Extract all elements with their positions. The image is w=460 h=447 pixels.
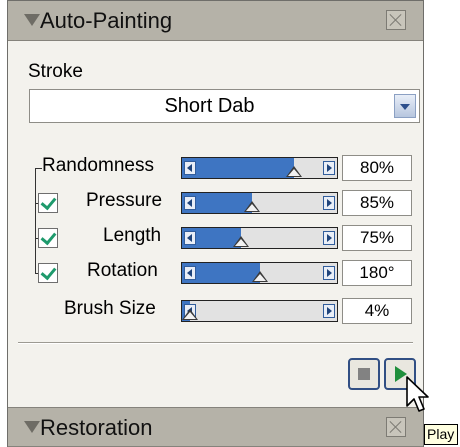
length-label: Length (103, 225, 162, 246)
pressure-slider[interactable] (181, 192, 338, 214)
restoration-titlebar[interactable]: Restoration (8, 407, 423, 447)
auto-painting-titlebar[interactable]: Auto-Painting (8, 1, 423, 41)
slider-fill (182, 158, 294, 178)
increase-arrow-icon[interactable] (323, 266, 335, 280)
slider-thumb[interactable] (251, 271, 268, 282)
pressure-value[interactable]: 85% (342, 190, 412, 216)
slider-thumb[interactable] (232, 236, 249, 247)
randomness-value[interactable]: 80% (342, 155, 412, 181)
length-slider[interactable] (181, 227, 338, 249)
stroke-selected-value: Short Dab (164, 95, 255, 117)
randomness-label: Randomness (42, 155, 154, 176)
increase-arrow-icon[interactable] (323, 161, 335, 175)
play-tooltip: Play (424, 424, 458, 445)
close-icon[interactable] (386, 10, 406, 30)
pressure-checkbox[interactable] (38, 193, 58, 213)
stroke-dropdown[interactable]: Short Dab (29, 89, 420, 123)
rotation-value[interactable]: 180° (342, 260, 412, 286)
slider-thumb[interactable] (243, 201, 260, 212)
brush-size-label: Brush Size (64, 298, 156, 319)
collapse-triangle-icon[interactable] (24, 14, 40, 26)
slider-thumb[interactable] (285, 166, 302, 177)
rotation-label: Rotation (87, 260, 158, 281)
auto-painting-panel: Auto-Painting Stroke Short Dab Randomnes… (7, 0, 424, 447)
increase-arrow-icon[interactable] (323, 304, 335, 318)
stop-icon (358, 368, 370, 380)
length-checkbox[interactable] (38, 228, 58, 248)
decrease-arrow-icon[interactable] (184, 231, 196, 245)
decrease-arrow-icon[interactable] (184, 161, 196, 175)
stop-button[interactable] (348, 358, 380, 390)
randomness-slider[interactable] (181, 157, 338, 179)
tree-branch (35, 168, 42, 169)
close-icon[interactable] (386, 417, 406, 437)
length-value[interactable]: 75% (342, 225, 412, 251)
divider (18, 342, 413, 344)
brush-size-slider[interactable] (181, 300, 338, 322)
chevron-down-icon[interactable] (394, 94, 416, 118)
brush-size-value[interactable]: 4% (342, 298, 412, 324)
rotation-slider[interactable] (181, 262, 338, 284)
tree-connector (35, 168, 36, 274)
decrease-arrow-icon[interactable] (184, 266, 196, 280)
mouse-pointer-icon (406, 376, 429, 412)
restoration-title: Restoration (40, 415, 153, 440)
collapse-triangle-icon[interactable] (24, 421, 40, 433)
slider-thumb[interactable] (182, 309, 198, 320)
rotation-checkbox[interactable] (38, 263, 58, 283)
stroke-label: Stroke (28, 61, 83, 82)
panel-title: Auto-Painting (40, 8, 173, 33)
increase-arrow-icon[interactable] (323, 196, 335, 210)
pressure-label: Pressure (86, 190, 163, 211)
increase-arrow-icon[interactable] (323, 231, 335, 245)
decrease-arrow-icon[interactable] (184, 196, 196, 210)
